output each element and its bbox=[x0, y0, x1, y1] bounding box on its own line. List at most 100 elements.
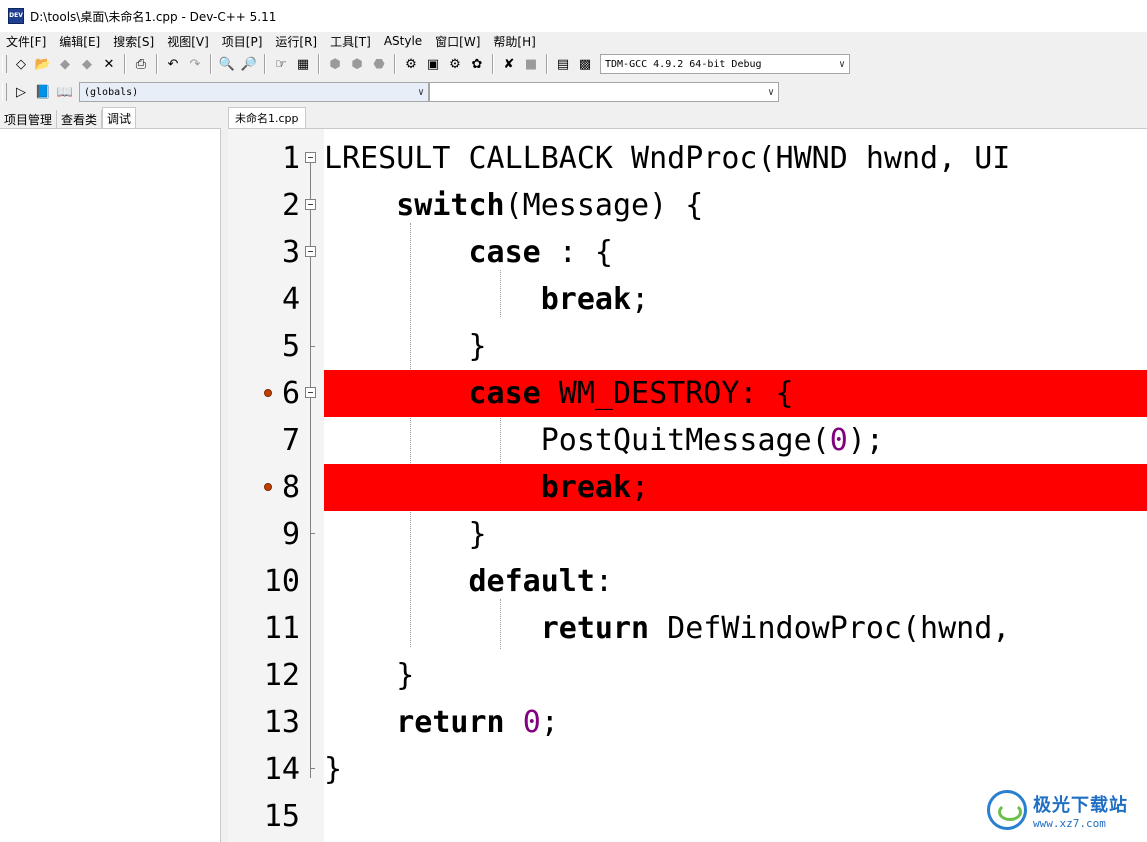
menu-view[interactable]: 视图[V] bbox=[161, 33, 216, 50]
tab-debug[interactable]: 调试 bbox=[102, 107, 137, 128]
fold-collapse-icon[interactable] bbox=[305, 246, 316, 257]
code-editor[interactable]: 1 LRESULT CALLBACK WndProc(HWND hwnd, UI… bbox=[228, 128, 1147, 842]
menu-project[interactable]: 项目[P] bbox=[216, 33, 270, 50]
goto-bookmark-icon[interactable]: 📖 bbox=[55, 82, 75, 102]
compiler-select[interactable]: TDM-GCC 4.9.2 64-bit Debug ∨ bbox=[600, 54, 850, 74]
compile-run-icon[interactable]: ⚙ bbox=[445, 54, 465, 74]
toolbar-divider bbox=[210, 54, 212, 74]
menu-edit[interactable]: 编辑[E] bbox=[53, 33, 107, 50]
compile-icon[interactable]: ⚙ bbox=[401, 54, 421, 74]
code-line: 7 PostQuitMessage(0); bbox=[228, 417, 1147, 464]
run-icon[interactable]: ▣ bbox=[423, 54, 443, 74]
toolbar-divider bbox=[394, 54, 396, 74]
code-text: PostQuitMessage(0); bbox=[324, 423, 884, 458]
close-file-icon[interactable]: ✕ bbox=[99, 54, 119, 74]
find-icon[interactable]: 🔍 bbox=[217, 54, 237, 74]
menu-file[interactable]: 文件[F] bbox=[0, 33, 53, 50]
watermark-title: 极光下载站 bbox=[1033, 794, 1128, 816]
code-text: switch(Message) { bbox=[396, 188, 704, 223]
menu-help[interactable]: 帮助[H] bbox=[487, 33, 542, 50]
chevron-down-icon: ∨ bbox=[838, 58, 845, 70]
stop-execution-icon[interactable]: ■ bbox=[521, 54, 541, 74]
compiler-select-value: TDM-GCC 4.9.2 64-bit Debug bbox=[605, 58, 762, 70]
fold-collapse-icon[interactable] bbox=[305, 199, 316, 210]
menu-search[interactable]: 搜索[S] bbox=[107, 33, 161, 50]
secondary-toolbar: ▷ 📘 📖 (globals) ∨ ∨ bbox=[0, 80, 798, 104]
replace-icon[interactable]: 🔎 bbox=[239, 54, 259, 74]
line-number: 9 bbox=[281, 517, 300, 552]
toolbar-grip[interactable] bbox=[2, 83, 7, 101]
breakpoint-marker-icon[interactable] bbox=[264, 389, 272, 397]
toolbar-divider bbox=[156, 54, 158, 74]
toolbar-divider bbox=[546, 54, 548, 74]
line-number: 10 bbox=[263, 564, 300, 599]
insert-icon[interactable]: ▷ bbox=[11, 82, 31, 102]
code-text: case : { bbox=[468, 235, 614, 270]
line-number: 14 bbox=[263, 752, 300, 787]
line-number: 7 bbox=[281, 423, 300, 458]
chevron-down-icon: ∨ bbox=[767, 86, 774, 98]
code-line: 12 } bbox=[228, 652, 1147, 699]
watermark-logo-icon bbox=[987, 790, 1027, 830]
code-text: return 0; bbox=[396, 705, 559, 740]
code-line: 10 default: bbox=[228, 558, 1147, 605]
code-line-breakpoint: 6 case WM_DESTROY: { bbox=[228, 370, 1147, 417]
member-select[interactable]: ∨ bbox=[429, 82, 779, 102]
menu-tools[interactable]: 工具[T] bbox=[324, 33, 378, 50]
profile-delete-icon[interactable]: ▩ bbox=[575, 54, 595, 74]
left-panel-tabs: 项目管理 查看类 调试 bbox=[0, 107, 137, 128]
toolbar-divider bbox=[318, 54, 320, 74]
menu-run[interactable]: 运行[R] bbox=[269, 33, 324, 50]
toolbar-divider bbox=[492, 54, 494, 74]
goto-line-icon[interactable]: ☞ bbox=[271, 54, 291, 74]
code-text: break; bbox=[540, 282, 650, 317]
debug-icon[interactable]: ✘ bbox=[499, 54, 519, 74]
code-line-breakpoint: 8 break; bbox=[228, 464, 1147, 511]
tab-class-browser[interactable]: 查看类 bbox=[57, 110, 103, 128]
scope-select[interactable]: (globals) ∨ bbox=[79, 82, 429, 102]
bookmark-icon[interactable]: ▦ bbox=[293, 54, 313, 74]
code-text: } bbox=[324, 658, 415, 693]
save-all-icon[interactable]: ◆ bbox=[77, 54, 97, 74]
code-text: case WM_DESTROY: { bbox=[324, 370, 1147, 417]
project-add-icon[interactable]: ⬢ bbox=[325, 54, 345, 74]
print-icon[interactable]: ⎙ bbox=[131, 54, 151, 74]
code-line: 13 return 0; bbox=[228, 699, 1147, 746]
code-text: default: bbox=[468, 564, 614, 599]
line-number: 15 bbox=[263, 799, 300, 834]
menu-window[interactable]: 窗口[W] bbox=[429, 33, 487, 50]
new-file-icon[interactable]: ◇ bbox=[11, 54, 31, 74]
fold-collapse-icon[interactable] bbox=[305, 387, 316, 398]
toggle-bookmark-icon[interactable]: 📘 bbox=[33, 82, 53, 102]
line-number: 4 bbox=[281, 282, 300, 317]
code-line: 11 return DefWindowProc(hwnd, bbox=[228, 605, 1147, 652]
rebuild-icon[interactable]: ✿ bbox=[467, 54, 487, 74]
code-line: 3 case : { bbox=[228, 229, 1147, 276]
save-icon[interactable]: ◆ bbox=[55, 54, 75, 74]
chevron-down-icon: ∨ bbox=[417, 86, 424, 98]
line-number: 3 bbox=[281, 235, 300, 270]
profile-icon[interactable]: ▤ bbox=[553, 54, 573, 74]
code-text: return DefWindowProc(hwnd, bbox=[540, 611, 1011, 646]
tab-file[interactable]: 未命名1.cpp bbox=[228, 107, 306, 128]
toolbar-grip[interactable] bbox=[2, 55, 7, 73]
project-options-icon[interactable]: ⬣ bbox=[369, 54, 389, 74]
line-number: 11 bbox=[263, 611, 300, 646]
editor-tabs: 未命名1.cpp bbox=[228, 107, 306, 128]
tab-project-manager[interactable]: 项目管理 bbox=[0, 110, 58, 128]
menu-astyle[interactable]: AStyle bbox=[378, 34, 429, 48]
toolbar-divider bbox=[124, 54, 126, 74]
breakpoint-marker-icon[interactable] bbox=[264, 483, 272, 491]
line-number: 12 bbox=[263, 658, 300, 693]
redo-icon[interactable]: ↷ bbox=[185, 54, 205, 74]
window-title: D:\tools\桌面\未命名1.cpp - Dev-C++ 5.11 bbox=[30, 9, 277, 24]
scope-select-value: (globals) bbox=[84, 86, 139, 98]
line-number: 1 bbox=[281, 141, 300, 176]
open-folder-icon[interactable]: 📂 bbox=[33, 54, 53, 74]
code-line: 9 } bbox=[228, 511, 1147, 558]
fold-collapse-icon[interactable] bbox=[305, 152, 316, 163]
main-toolbar: ◇ 📂 ◆ ◆ ✕ ⎙ ↶ ↷ 🔍 🔎 ☞ ▦ ⬢ ⬢ ⬣ ⚙ ▣ ⚙ ✿ ✘ … bbox=[0, 51, 940, 77]
project-remove-icon[interactable]: ⬢ bbox=[347, 54, 367, 74]
code-text: } bbox=[324, 752, 343, 787]
undo-icon[interactable]: ↶ bbox=[163, 54, 183, 74]
